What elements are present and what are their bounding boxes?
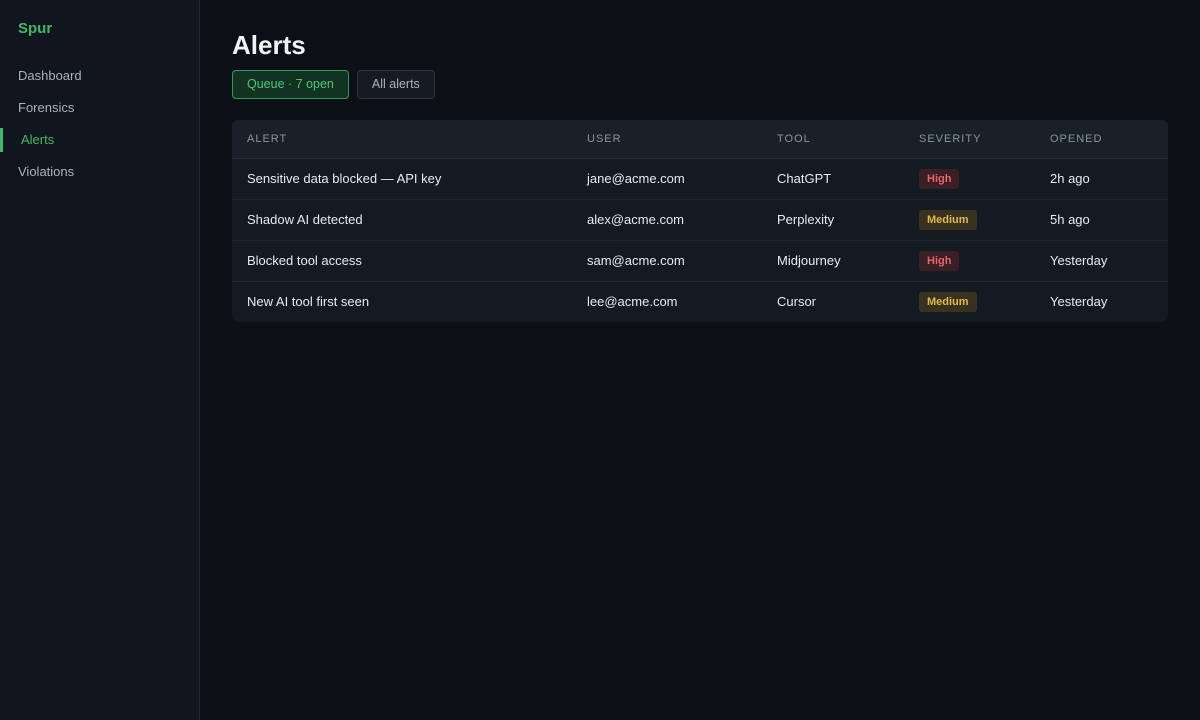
sidebar-item-alerts[interactable]: Alerts — [0, 124, 199, 156]
table-row[interactable]: Blocked tool access sam@acme.com Midjour… — [232, 240, 1168, 282]
opened-cell: 5h ago — [1035, 199, 1168, 241]
page-title: Alerts — [232, 30, 306, 60]
brand-logo[interactable]: Spur — [0, 20, 199, 38]
alert-cell: Shadow AI detected — [232, 199, 572, 241]
opened-cell: 2h ago — [1035, 158, 1168, 200]
alert-cell: Sensitive data blocked — API key — [232, 158, 572, 200]
main-content: Alerts Queue · 7 open All alerts ALERT U… — [200, 0, 1200, 720]
user-cell: alex@acme.com — [572, 199, 762, 241]
alerts-table: ALERT USER TOOL SEVERITY OPENED Sensitiv… — [232, 120, 1168, 322]
table-row[interactable]: New AI tool first seen lee@acme.com Curs… — [232, 281, 1168, 322]
column-header-tool[interactable]: TOOL — [762, 120, 904, 159]
table-row[interactable]: Shadow AI detected alex@acme.com Perplex… — [232, 199, 1168, 241]
tool-cell: ChatGPT — [762, 158, 904, 200]
user-cell: sam@acme.com — [572, 240, 762, 282]
user-cell: jane@acme.com — [572, 158, 762, 200]
opened-cell: Yesterday — [1050, 294, 1108, 310]
column-header-user[interactable]: USER — [572, 120, 762, 159]
opened-cell: Yesterday — [1035, 240, 1168, 282]
alert-cell: Blocked tool access — [232, 240, 572, 282]
severity-cell: High — [904, 240, 1035, 282]
table-header-row: ALERT USER TOOL SEVERITY OPENED — [232, 120, 1168, 159]
sidebar-nav: Dashboard Forensics Alerts Violations — [0, 60, 199, 188]
sidebar: Spur Dashboard Forensics Alerts Violatio… — [0, 0, 200, 720]
severity-badge: Medium — [919, 209, 977, 230]
sidebar-item-forensics[interactable]: Forensics — [0, 92, 199, 124]
tool-cell: Perplexity — [762, 199, 904, 241]
app-window: Spur Dashboard Forensics Alerts Violatio… — [0, 0, 1200, 720]
severity-cell: Medium — [904, 281, 1035, 322]
severity-badge: High — [919, 250, 960, 271]
severity-cell: High — [904, 158, 1035, 200]
table-row[interactable]: Sensitive data blocked — API key jane@ac… — [232, 158, 1168, 200]
severity-badge: Medium — [919, 291, 977, 312]
tab-queue[interactable]: Queue · 7 open — [232, 70, 349, 99]
user-cell: lee@acme.com — [587, 294, 678, 310]
sidebar-item-dashboard[interactable]: Dashboard — [0, 60, 199, 92]
alert-cell: New AI tool first seen — [247, 294, 370, 310]
alert-tabs: Queue · 7 open All alerts — [232, 70, 1168, 99]
column-header-severity[interactable]: SEVERITY — [904, 120, 1035, 159]
severity-cell: Medium — [904, 199, 1035, 241]
column-header-opened[interactable]: OPENED — [1035, 120, 1168, 159]
sidebar-item-violations[interactable]: Violations — [0, 156, 199, 188]
column-header-alert[interactable]: ALERT — [232, 120, 572, 159]
severity-badge: High — [919, 168, 960, 189]
tab-all-alerts[interactable]: All alerts — [356, 70, 435, 99]
tool-cell: Cursor — [777, 294, 817, 310]
tool-cell: Midjourney — [762, 240, 904, 282]
